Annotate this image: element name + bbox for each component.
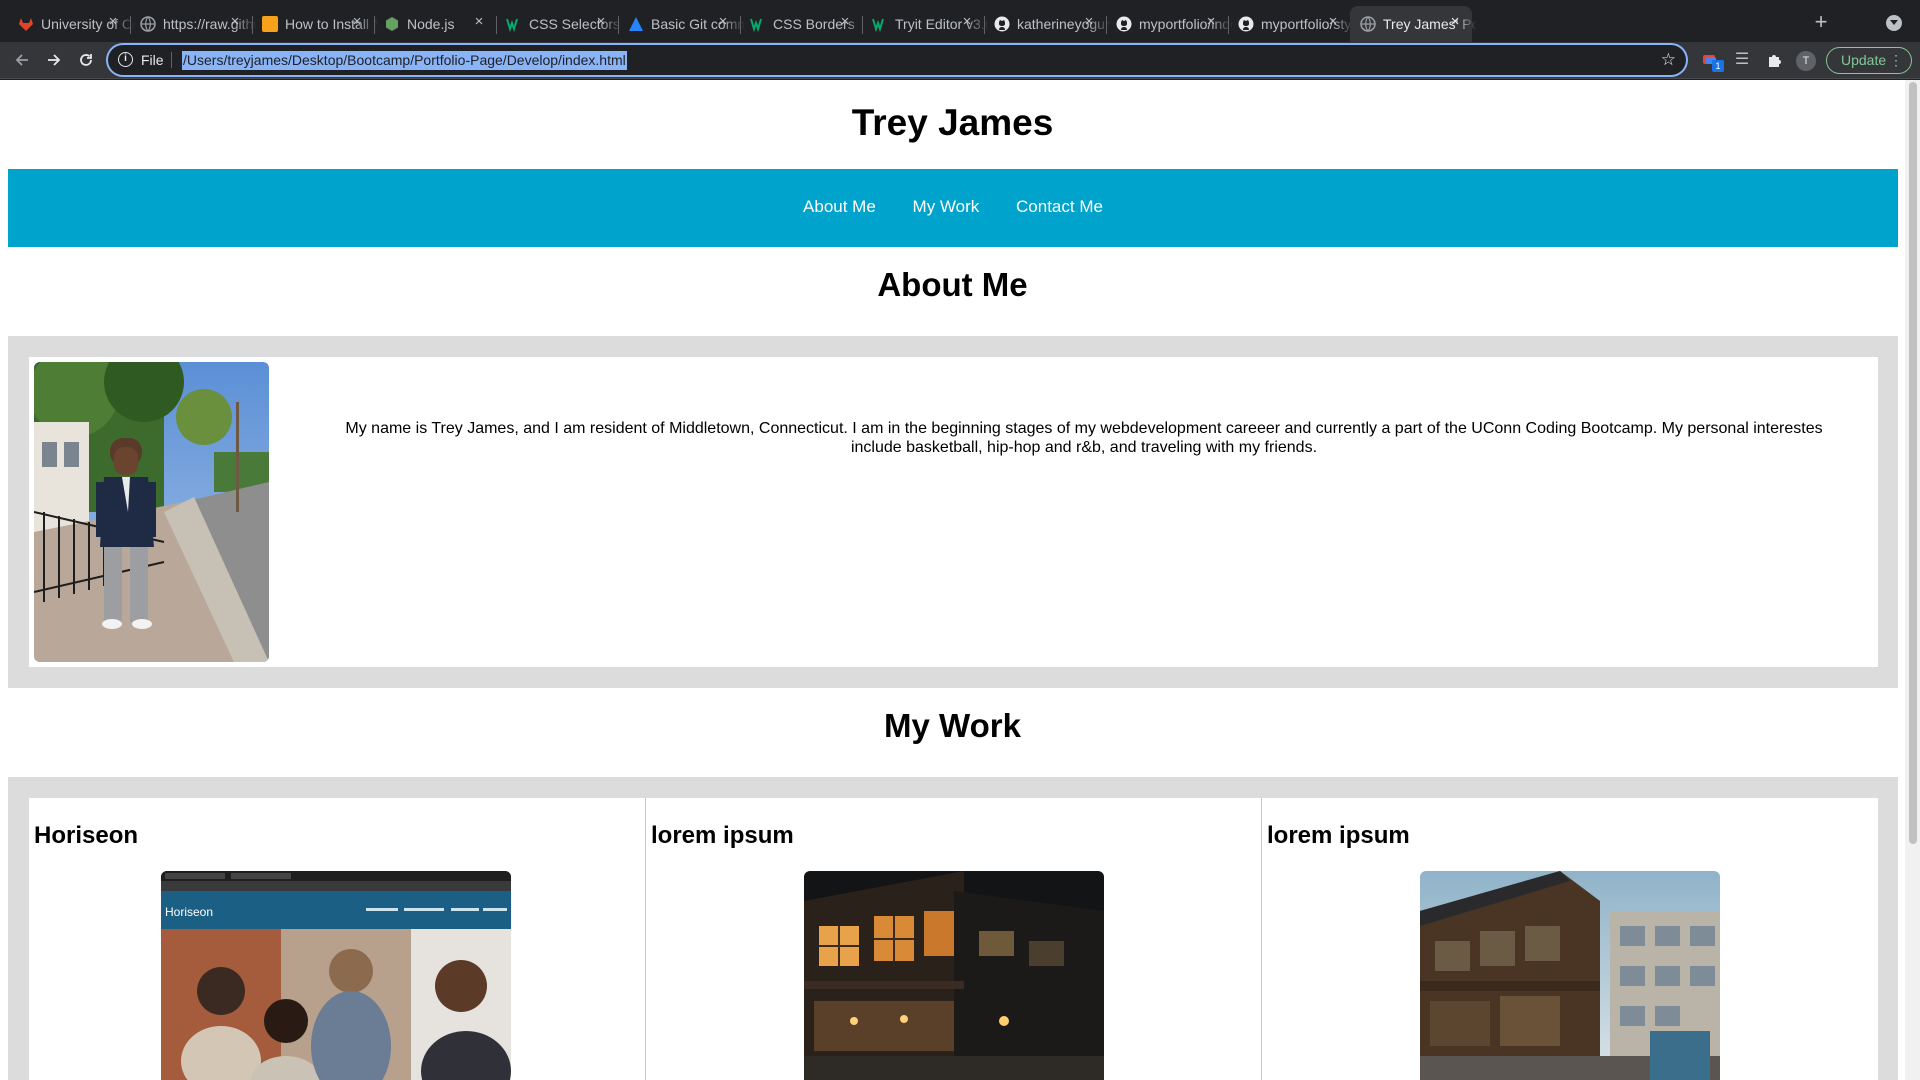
address-bar[interactable]: i File /Users/treyjames/Desktop/Bootcamp… [108,45,1686,75]
browser-tab[interactable]: Trey James' Portfolio× [1350,6,1477,42]
reload-icon [80,54,92,66]
extension-badge: 1 [1712,60,1724,72]
profile-photo [34,362,269,662]
project-card-2: lorem ipsum [646,798,1262,1080]
arrow-left-icon [15,54,28,66]
horiseon-header-text: Horiseon [165,905,213,919]
browser-tab[interactable]: Tryit Editor v3.6 × [862,6,989,42]
extension-icon[interactable]: 1 [1700,50,1724,72]
project-title[interactable]: lorem ipsum [1267,822,1410,850]
site-title: Trey James [851,102,1054,143]
project-image[interactable] [1420,871,1720,1080]
browser-tab[interactable]: myportfolio/style × [1228,6,1355,42]
scrollbar-thumb[interactable] [1909,82,1917,844]
tab-title: Trey James' Portfolio [1383,16,1477,32]
github-icon [994,16,1010,32]
about-heading: About Me [877,266,1028,303]
tab-close-icon[interactable]: × [1082,14,1096,29]
extensions-puzzle-icon [1769,55,1781,67]
tab-strip: + University of Co×https://raw.githubuse… [0,0,1920,42]
info-icon[interactable]: i [118,52,133,67]
project-screenshot[interactable]: Horiseon [161,871,511,1080]
page-viewport: Trey James About Me My Work Contact Me A… [0,80,1905,1080]
tab-close-icon[interactable]: × [472,14,486,29]
forward-button[interactable] [42,48,66,72]
about-text: My name is Trey James, and I am resident… [345,420,1823,456]
browser-tab[interactable]: CSS Borders × [740,6,863,42]
nav-link-my-work[interactable]: My Work [913,197,980,216]
tab-close-icon[interactable]: × [1448,14,1462,29]
my-work-heading: My Work [884,707,1021,744]
tab-close-icon[interactable]: × [350,14,364,29]
update-label: Update [1841,52,1887,68]
tab-title: CSS Borders [773,16,855,32]
browser-tab[interactable]: katherineyogurt × [984,6,1111,42]
tab-title: katherineyogurt [1017,16,1111,32]
new-tab-button[interactable]: + [1809,11,1833,35]
tab-title: Basic Git commands [651,16,745,32]
update-button[interactable]: Update ⋮ [1826,47,1912,74]
js-icon [262,16,278,32]
github-icon [1238,16,1254,32]
work-section: Horiseon Horiseon lorem ipsum lorem ipsu… [8,777,1898,1080]
tab-title: Node.js [407,16,455,32]
tab-close-icon[interactable]: × [1204,14,1218,29]
url-text[interactable]: /Users/treyjames/Desktop/Bootcamp/Portfo… [182,51,627,70]
scheme-label: File [141,52,164,68]
site-navbar: About Me My Work Contact Me [8,169,1898,247]
w3schools-icon [750,16,766,33]
globe-icon [140,16,156,32]
w3schools-icon [506,16,522,33]
reload-button[interactable] [74,48,98,72]
arrow-right-icon [48,54,61,66]
nav-link-about-me[interactable]: About Me [803,197,876,216]
tab-search-icon[interactable] [1886,15,1902,31]
back-button[interactable] [10,48,34,72]
tab-close-icon[interactable]: × [106,14,120,29]
browser-tab[interactable]: Node.js × [374,6,497,42]
tab-title: University of Co [41,16,135,32]
about-card: My name is Trey James, and I am resident… [29,357,1878,667]
tab-title: Tryit Editor v3.6 [895,16,989,32]
tab-title: How to Install Node [285,16,379,32]
project-title[interactable]: lorem ipsum [651,822,794,850]
nodejs-icon [384,16,400,32]
work-row: Horiseon Horiseon lorem ipsum lorem ipsu… [29,798,1878,1080]
tab-close-icon[interactable]: × [960,14,974,29]
browser-tab[interactable]: How to Install Node× [252,6,379,42]
tab-close-icon[interactable]: × [228,14,242,29]
browser-toolbar: i File /Users/treyjames/Desktop/Bootcamp… [0,42,1920,79]
nav-link-contact-me[interactable]: Contact Me [1016,197,1103,216]
tab-title: https://raw.githubusercontent [163,16,257,32]
project-card-horiseon: Horiseon Horiseon [29,798,646,1080]
bookmark-star-icon[interactable]: ☆ [1661,50,1676,70]
gitlab-icon [18,16,34,32]
tab-close-icon[interactable]: × [716,14,730,29]
omnibox-divider [171,52,172,68]
globe-icon [1360,16,1376,32]
w3schools-icon [872,16,888,33]
tab-title: myportfolio/index [1139,16,1233,32]
tab-title: CSS Selectors [529,16,621,32]
browser-tab[interactable]: myportfolio/index× [1106,6,1233,42]
project-title[interactable]: Horiseon [34,822,138,850]
puzzle-icon[interactable] [1764,50,1784,70]
github-icon [1116,16,1132,32]
project-image[interactable] [804,871,1104,1080]
more-menu-icon[interactable]: ⋮ [1889,48,1903,73]
tab-close-icon[interactable]: × [1326,14,1340,29]
atlassian-icon [628,16,644,32]
browser-tab[interactable]: CSS Selectors × [496,6,620,42]
tab-close-icon[interactable]: × [594,14,608,29]
project-card-3: lorem ipsum [1262,798,1878,1080]
about-section: My name is Trey James, and I am resident… [8,336,1898,688]
reading-list-icon[interactable]: ☰ [1732,50,1752,70]
tab-close-icon[interactable]: × [838,14,852,29]
profile-avatar[interactable]: T [1796,51,1816,71]
nav-links: About Me My Work Contact Me [8,197,1898,217]
browser-tab[interactable]: Basic Git commands× [618,6,745,42]
tab-title: myportfolio/style [1261,16,1355,32]
browser-tab[interactable]: https://raw.githubusercontent× [130,6,257,42]
browser-tab[interactable]: University of Co × [8,6,135,42]
